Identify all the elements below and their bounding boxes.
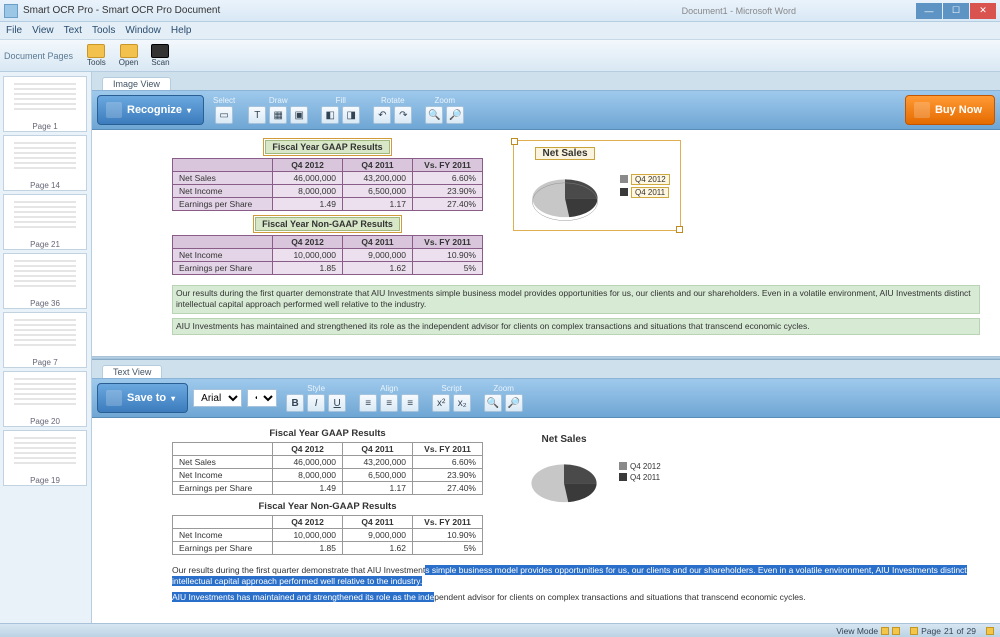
page-thumbnail[interactable]: Page 7 (3, 312, 87, 368)
menu-view[interactable]: View (32, 25, 54, 36)
cart-icon (914, 102, 930, 118)
buy-now-button[interactable]: Buy Now (905, 95, 995, 125)
text-tool[interactable]: T (248, 106, 266, 124)
zoom-out-button-text[interactable]: 🔎 (505, 394, 523, 412)
bold-button[interactable]: B (286, 394, 304, 412)
view-mode-indicator[interactable]: View Mode (836, 626, 900, 636)
quickbar-label: Document Pages (4, 51, 73, 61)
gaap-title-text: Fiscal Year GAAP Results (172, 428, 483, 439)
zoom-in-button-text[interactable]: 🔍 (484, 394, 502, 412)
text-view-content[interactable]: Fiscal Year GAAP Results Q4 2012Q4 2011V… (92, 418, 1000, 623)
superscript-button[interactable]: x² (432, 394, 450, 412)
align-left-button[interactable]: ≡ (359, 394, 377, 412)
tools-button[interactable]: Tools (82, 43, 111, 68)
status-bar: View Mode Page 21 of 29 (0, 623, 1000, 637)
status-extra-icon[interactable] (986, 627, 994, 635)
close-button[interactable]: ✕ (970, 3, 996, 19)
pie-chart-icon (519, 449, 609, 509)
pie-chart-text: Net Sales Q4 2012 Q4 2011 (513, 428, 671, 515)
menu-file[interactable]: File (6, 25, 22, 36)
window-titlebar: Smart OCR Pro - Smart OCR Pro Document D… (0, 0, 1000, 22)
menu-text[interactable]: Text (64, 25, 82, 36)
menu-bar: File View Text Tools Window Help (0, 22, 1000, 40)
page-thumbnail[interactable]: Page 19 (3, 430, 87, 486)
align-center-button[interactable]: ≡ (380, 394, 398, 412)
pie-chart-region[interactable]: Net Sales Q4 2012 (513, 140, 681, 231)
italic-button[interactable]: I (307, 394, 325, 412)
window-title: Smart OCR Pro - Smart OCR Pro Document (23, 5, 220, 16)
select-tool[interactable]: ▭ (215, 106, 233, 124)
align-right-button[interactable]: ≡ (401, 394, 419, 412)
page-indicator: Page 21 of 29 (910, 626, 976, 636)
chart-legend: Q4 2012 Q4 2011 (620, 172, 670, 200)
paragraph-1-text[interactable]: Our results during the first quarter dem… (172, 565, 980, 588)
paragraph-1: Our results during the first quarter dem… (172, 285, 980, 314)
page-thumbnail[interactable]: Page 20 (3, 371, 87, 427)
rotate-right-button[interactable]: ↷ (394, 106, 412, 124)
nongaap-table: Q4 2012Q4 2011Vs. FY 2011 Net Income10,0… (172, 235, 483, 275)
rotate-left-button[interactable]: ↶ (373, 106, 391, 124)
paragraph-2-text[interactable]: AIU Investments has maintained and stren… (172, 592, 980, 603)
nongaap-title-text: Fiscal Year Non-GAAP Results (172, 501, 483, 512)
view-mode-icon (881, 627, 889, 635)
nongaap-table-text: Q4 2012Q4 2011Vs. FY 2011 Net Income10,0… (172, 515, 483, 555)
text-view-tab[interactable]: Text View (102, 365, 162, 378)
image-view-tab[interactable]: Image View (102, 77, 171, 90)
recognize-button[interactable]: Recognize▾ (97, 95, 204, 125)
page-thumbnail[interactable]: Page 1 (3, 76, 87, 132)
pie-chart-icon (520, 164, 610, 224)
fill-tool[interactable]: ◧ (321, 106, 339, 124)
save-to-button[interactable]: Save to▾ (97, 383, 188, 413)
page-icon (910, 627, 918, 635)
font-size-select[interactable]: • (247, 389, 277, 407)
table-tool[interactable]: ▦ (269, 106, 287, 124)
save-icon (106, 390, 122, 406)
chart-title-text: Net Sales (519, 434, 609, 445)
recognize-icon (106, 102, 122, 118)
menu-help[interactable]: Help (171, 25, 192, 36)
menu-tools[interactable]: Tools (92, 25, 115, 36)
underline-button[interactable]: U (328, 394, 346, 412)
image-view-content[interactable]: Fiscal Year GAAP Results Q4 2012Q4 2011V… (92, 130, 1000, 356)
page-thumbnail[interactable]: Page 21 (3, 194, 87, 250)
app-icon (4, 4, 18, 18)
chart-title: Net Sales (535, 147, 594, 160)
font-select[interactable]: Arial (193, 389, 242, 407)
erase-tool[interactable]: ◨ (342, 106, 360, 124)
nongaap-title: Fiscal Year Non-GAAP Results (255, 217, 400, 231)
page-thumbnail[interactable]: Page 36 (3, 253, 87, 309)
image-tool[interactable]: ▣ (290, 106, 308, 124)
open-button[interactable]: Open (114, 43, 144, 68)
menu-window[interactable]: Window (125, 25, 161, 36)
text-pane-toolbar: Save to▾ Arial • Style B I U Align ≡ ≡ ≡… (92, 378, 1000, 418)
background-window-title: Document1 - Microsoft Word (682, 6, 796, 16)
gaap-table-text: Q4 2012Q4 2011Vs. FY 2011 Net Sales46,00… (172, 442, 483, 495)
zoom-out-button[interactable]: 🔎 (446, 106, 464, 124)
quick-toolbar: Document Pages Tools Open Scan (0, 40, 1000, 72)
page-thumbnail[interactable]: Page 14 (3, 135, 87, 191)
scan-button[interactable]: Scan (146, 43, 174, 68)
page-thumbnails-panel: Page 1 Page 14 Page 21 Page 36 Page 7 Pa… (0, 72, 92, 623)
paragraph-2: AIU Investments has maintained and stren… (172, 318, 980, 335)
image-pane-toolbar: Recognize▾ Select▭ Draw T ▦ ▣ Fill ◧ ◨ R… (92, 90, 1000, 130)
subscript-button[interactable]: x₂ (453, 394, 471, 412)
maximize-button[interactable]: ☐ (943, 3, 969, 19)
minimize-button[interactable]: — (916, 3, 942, 19)
gaap-title: Fiscal Year GAAP Results (265, 140, 389, 154)
gaap-table: Q4 2012Q4 2011Vs. FY 2011 Net Sales46,00… (172, 158, 483, 211)
zoom-in-button[interactable]: 🔍 (425, 106, 443, 124)
view-mode-icon (892, 627, 900, 635)
chart-legend-text: Q4 2012 Q4 2011 (619, 460, 661, 484)
